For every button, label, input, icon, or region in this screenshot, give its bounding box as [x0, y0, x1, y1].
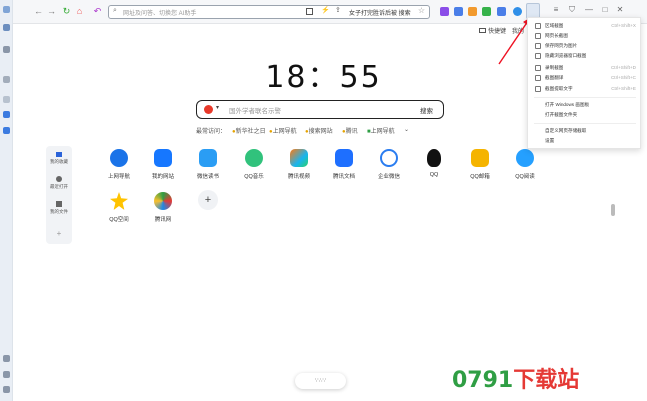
scrollbar[interactable]: [611, 204, 615, 216]
clock-icon: [56, 176, 62, 182]
app-tile[interactable]: QQ邮箱: [461, 149, 499, 180]
recent-item[interactable]: ●新华社之日: [232, 126, 266, 135]
navigation-icon: [110, 149, 128, 167]
menu-item[interactable]: 截图翻译 Ctrl+Shift+C: [528, 73, 642, 83]
mail-icon: [471, 149, 489, 167]
text-extract-icon: [535, 86, 541, 92]
app-tile[interactable]: 企业微信: [370, 149, 408, 180]
translate-icon: [535, 75, 541, 81]
recent-item[interactable]: ●腾讯: [342, 126, 358, 135]
reader-icon: [516, 149, 534, 167]
search-input[interactable]: 国外学者联名示警: [229, 105, 281, 115]
crop-icon: [535, 23, 541, 29]
panel-add-button[interactable]: +: [46, 229, 72, 238]
bottom-toggle-button[interactable]: ∵∴∵: [295, 373, 346, 389]
screenshot-menu: 区域截图 Ctrl+Shift+X 网页长截图 保存网页为图片 隐藏浏览器窗口截图…: [527, 17, 641, 149]
star-icon: [110, 192, 128, 210]
app-tile[interactable]: 我的网站: [144, 149, 182, 180]
image-icon: [535, 43, 541, 49]
menu-divider: [534, 123, 636, 124]
favorites-panel: 我的收藏 最近打开 我的文件 +: [46, 146, 72, 244]
watermark-logo: 0791下载站: [452, 362, 579, 394]
long-page-icon: [535, 33, 541, 39]
menu-item[interactable]: 保存网页为图片: [528, 41, 642, 51]
search-box[interactable]: ▾ 国外学者联名示警 搜索: [196, 100, 444, 119]
menu-item[interactable]: 截图提取文字 Ctrl+Shift+E: [528, 84, 642, 94]
menu-item[interactable]: 打开截图文件夹: [528, 110, 642, 120]
watermark-number: 0791: [452, 368, 514, 393]
window-hide-icon: [535, 53, 541, 59]
penguin-icon: [427, 149, 441, 167]
globe-icon: [154, 192, 172, 210]
panel-item-recent[interactable]: 最近打开: [46, 176, 72, 190]
chat-icon: [380, 149, 398, 167]
panel-item-files[interactable]: 我的文件: [46, 201, 72, 215]
browser-window: ← → ↻ ⌂ ↶ ⌕ 网址及问答、切换您 AI助手 ⚡ ⇪ 女子打完胜诉后被 …: [0, 0, 647, 401]
bookmark-icon: [56, 152, 62, 157]
menu-item[interactable]: 网页长截图: [528, 31, 642, 41]
add-app-button[interactable]: +: [189, 190, 227, 210]
record-icon: [535, 65, 541, 71]
app-tile[interactable]: 腾讯网: [144, 192, 182, 223]
music-icon: [245, 149, 263, 167]
app-tile[interactable]: 腾讯视频: [280, 149, 318, 180]
recent-item[interactable]: ●上网导航: [269, 126, 297, 135]
menu-item[interactable]: 隐藏浏览器窗口截图: [528, 51, 642, 61]
app-tile[interactable]: 腾讯文档: [325, 149, 363, 180]
chevron-down-icon[interactable]: ⌄: [404, 126, 409, 133]
doc-icon: [335, 149, 353, 167]
menu-divider: [534, 97, 636, 98]
app-tile[interactable]: QQ空间: [100, 192, 138, 223]
app-tile[interactable]: 上网导航: [100, 149, 138, 180]
book-icon: [199, 149, 217, 167]
menu-item[interactable]: 自定义网页存储截取: [528, 126, 642, 136]
menu-item[interactable]: 录制截图 Ctrl+Shift+D: [528, 63, 642, 73]
panel-item-favorites[interactable]: 我的收藏: [46, 152, 72, 165]
app-tile[interactable]: 微信读书: [189, 149, 227, 180]
star-house-icon: [154, 149, 172, 167]
search-button[interactable]: 搜索: [420, 105, 433, 115]
app-tile[interactable]: QQ阅读: [506, 149, 544, 180]
watermark-text: 下载站: [513, 368, 580, 393]
recent-item[interactable]: ■上网导航: [367, 126, 395, 135]
chevron-down-icon[interactable]: ▾: [216, 104, 219, 111]
menu-item[interactable]: 设置: [528, 136, 642, 146]
plus-icon: +: [198, 190, 218, 210]
recent-item[interactable]: ●搜索网站: [305, 126, 333, 135]
app-tile[interactable]: QQ音乐: [235, 149, 273, 180]
menu-item[interactable]: 打开 Windows 画图板: [528, 100, 642, 110]
video-icon: [290, 149, 308, 167]
menu-item[interactable]: 区域截图 Ctrl+Shift+X: [528, 21, 642, 31]
recent-label: 最常访问：: [196, 129, 227, 135]
search-engine-icon[interactable]: [204, 105, 213, 114]
app-tile[interactable]: QQ: [415, 149, 453, 178]
tag-icon: [56, 201, 62, 207]
